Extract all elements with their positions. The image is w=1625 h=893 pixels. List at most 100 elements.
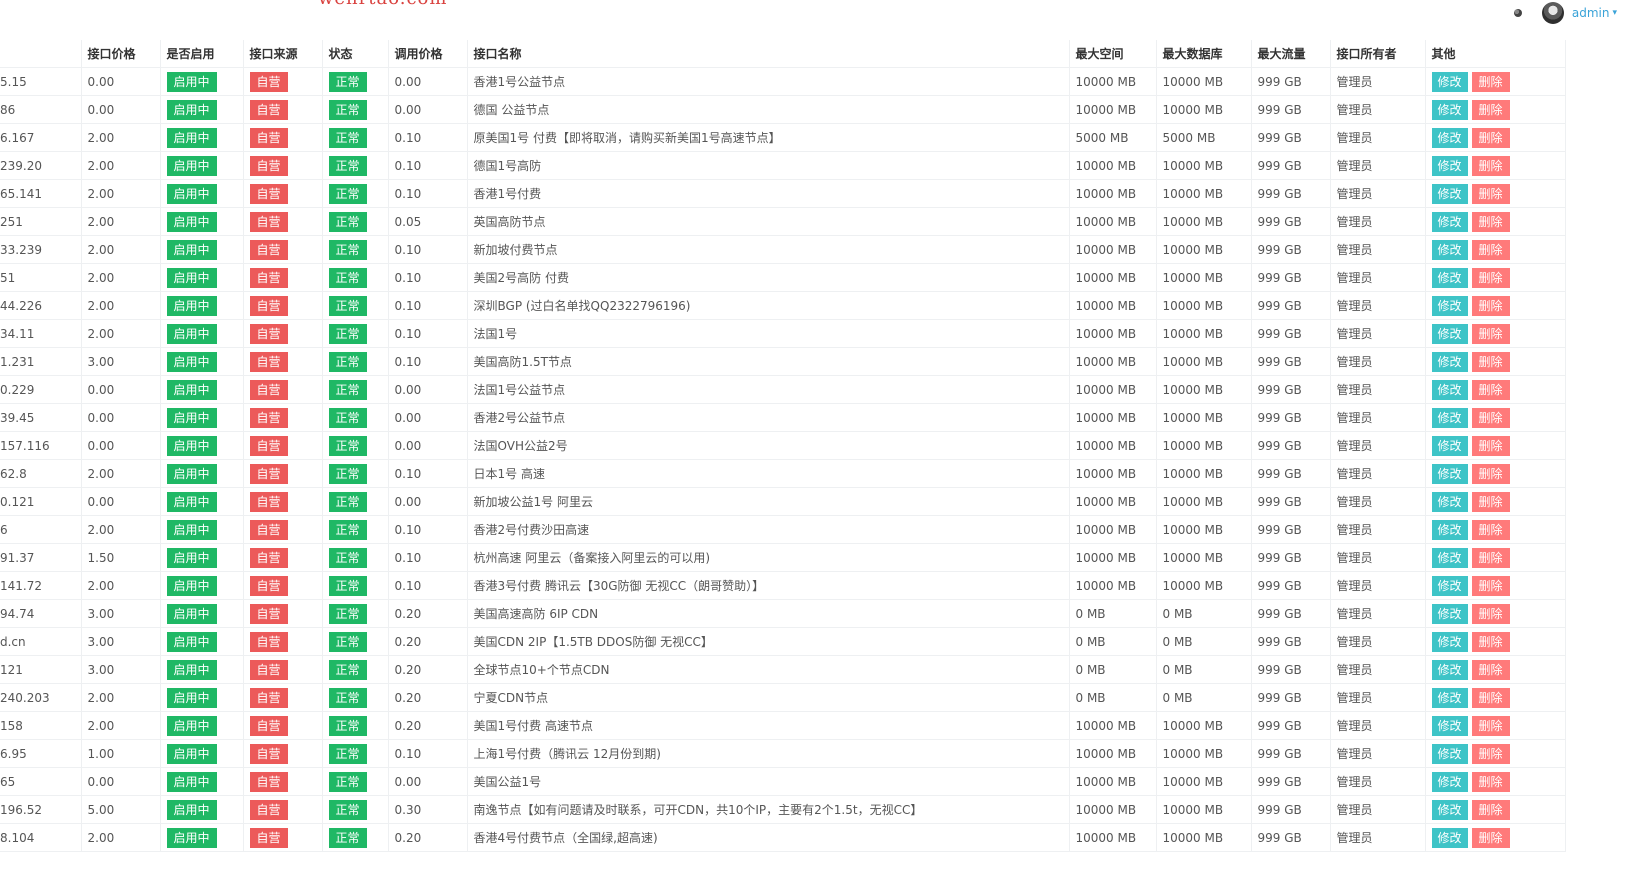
cell-max-space: 0 MB [1069, 683, 1157, 712]
cell-max-traffic: 999 GB [1251, 627, 1331, 656]
delete-button[interactable]: 删除 [1471, 687, 1510, 708]
delete-button[interactable]: 删除 [1471, 715, 1510, 736]
delete-button[interactable]: 删除 [1471, 379, 1510, 400]
delete-button[interactable]: 删除 [1471, 295, 1510, 316]
delete-button[interactable]: 删除 [1471, 491, 1510, 512]
cell-api-name: 上海1号付费（腾讯云 12月份到期) [467, 739, 1070, 768]
table-row: 1.231 3.00 启用中 自营 正常 0.10 美国高防1.5T节点 10000 MB 10… [0, 347, 1566, 376]
cell-max-database: 10000 MB [1156, 431, 1252, 460]
delete-button[interactable]: 删除 [1471, 771, 1510, 792]
delete-button[interactable]: 删除 [1471, 435, 1510, 456]
delete-button[interactable]: 删除 [1471, 351, 1510, 372]
cell-owner: 管理员 [1330, 711, 1426, 740]
delete-button[interactable]: 删除 [1471, 631, 1510, 652]
edit-button[interactable]: 修改 [1431, 351, 1468, 372]
cell-actions: 修改 删除 [1425, 767, 1566, 796]
edit-button[interactable]: 修改 [1431, 491, 1468, 512]
delete-button[interactable]: 删除 [1471, 659, 1510, 680]
edit-button[interactable]: 修改 [1431, 631, 1468, 652]
cell-api-price: 2.00 [81, 151, 161, 180]
edit-button[interactable]: 修改 [1431, 267, 1468, 288]
edit-button[interactable]: 修改 [1431, 71, 1468, 92]
edit-button[interactable]: 修改 [1431, 463, 1468, 484]
status-badge: 正常 [328, 127, 367, 148]
palette-icon[interactable] [1513, 9, 1522, 17]
table-row: 33.239 2.00 启用中 自营 正常 0.10 新加坡付费节点 10000 MB 1000… [0, 235, 1566, 264]
delete-button[interactable]: 删除 [1471, 743, 1510, 764]
edit-button[interactable]: 修改 [1431, 827, 1468, 848]
status-badge-cell: 正常 [322, 375, 389, 404]
edit-button[interactable]: 修改 [1431, 379, 1468, 400]
edit-button[interactable]: 修改 [1431, 239, 1468, 260]
cell-call-price: 0.10 [388, 235, 468, 264]
delete-button[interactable]: 删除 [1471, 71, 1510, 92]
cell-owner: 管理员 [1330, 403, 1426, 432]
enabled-badge-cell: 启用中 [160, 375, 244, 404]
cell-max-space: 10000 MB [1069, 571, 1157, 600]
delete-button[interactable]: 删除 [1471, 827, 1510, 848]
cell-max-database: 10000 MB [1156, 179, 1252, 208]
delete-button[interactable]: 删除 [1471, 211, 1510, 232]
delete-button[interactable]: 删除 [1471, 267, 1510, 288]
cell-max-traffic: 999 GB [1251, 67, 1331, 96]
edit-button[interactable]: 修改 [1431, 575, 1468, 596]
enabled-badge: 启用中 [166, 155, 217, 176]
delete-button[interactable]: 删除 [1471, 603, 1510, 624]
delete-button[interactable]: 删除 [1471, 183, 1510, 204]
enabled-badge-cell: 启用中 [160, 95, 244, 124]
source-badge-cell: 自营 [243, 823, 323, 852]
cell-max-database: 10000 MB [1156, 347, 1252, 376]
cell-owner: 管理员 [1330, 487, 1426, 516]
edit-button[interactable]: 修改 [1431, 211, 1468, 232]
cell-api-name: 新加坡付费节点 [467, 235, 1070, 264]
edit-button[interactable]: 修改 [1431, 127, 1468, 148]
cell-call-price: 0.20 [388, 627, 468, 656]
delete-button[interactable]: 删除 [1471, 407, 1510, 428]
delete-button[interactable]: 删除 [1471, 799, 1510, 820]
edit-button[interactable]: 修改 [1431, 547, 1468, 568]
avatar[interactable] [1541, 2, 1564, 24]
edit-button[interactable]: 修改 [1431, 183, 1468, 204]
edit-button[interactable]: 修改 [1431, 323, 1468, 344]
edit-button[interactable]: 修改 [1431, 743, 1468, 764]
delete-button[interactable]: 删除 [1471, 127, 1510, 148]
edit-button[interactable]: 修改 [1431, 799, 1468, 820]
source-badge: 自营 [249, 267, 288, 288]
delete-button[interactable]: 删除 [1471, 575, 1510, 596]
cell-api-price: 2.00 [81, 571, 161, 600]
edit-button[interactable]: 修改 [1431, 99, 1468, 120]
source-badge-cell: 自营 [243, 627, 323, 656]
source-badge: 自营 [249, 659, 288, 680]
enabled-badge: 启用中 [166, 295, 217, 316]
edit-button[interactable]: 修改 [1431, 659, 1468, 680]
edit-button[interactable]: 修改 [1431, 407, 1468, 428]
cell-max-database: 10000 MB [1156, 795, 1252, 824]
edit-button[interactable]: 修改 [1431, 155, 1468, 176]
enabled-badge: 启用中 [166, 547, 217, 568]
caret-down-icon[interactable]: ▾ [1612, 8, 1617, 18]
edit-button[interactable]: 修改 [1431, 295, 1468, 316]
status-badge: 正常 [328, 827, 367, 848]
delete-button[interactable]: 删除 [1471, 519, 1510, 540]
delete-button[interactable]: 删除 [1471, 323, 1510, 344]
edit-button[interactable]: 修改 [1431, 771, 1468, 792]
edit-button[interactable]: 修改 [1431, 519, 1468, 540]
cell-api-price: 2.00 [81, 683, 161, 712]
table-row: 65.141 2.00 启用中 自营 正常 0.10 香港1号付费 10000 MB 10000… [0, 179, 1566, 208]
cell-api-name: 美国公益1号 [467, 767, 1070, 796]
edit-button[interactable]: 修改 [1431, 687, 1468, 708]
status-badge-cell: 正常 [322, 347, 389, 376]
delete-button[interactable]: 删除 [1471, 463, 1510, 484]
user-menu-name[interactable]: admin [1572, 6, 1610, 20]
cell-max-database: 10000 MB [1156, 403, 1252, 432]
cell-api-price: 3.00 [81, 347, 161, 376]
delete-button[interactable]: 删除 [1471, 99, 1510, 120]
status-badge: 正常 [328, 463, 367, 484]
edit-button[interactable]: 修改 [1431, 715, 1468, 736]
edit-button[interactable]: 修改 [1431, 435, 1468, 456]
delete-button[interactable]: 删除 [1471, 239, 1510, 260]
status-badge: 正常 [328, 771, 367, 792]
delete-button[interactable]: 删除 [1471, 155, 1510, 176]
delete-button[interactable]: 删除 [1471, 547, 1510, 568]
edit-button[interactable]: 修改 [1431, 603, 1468, 624]
